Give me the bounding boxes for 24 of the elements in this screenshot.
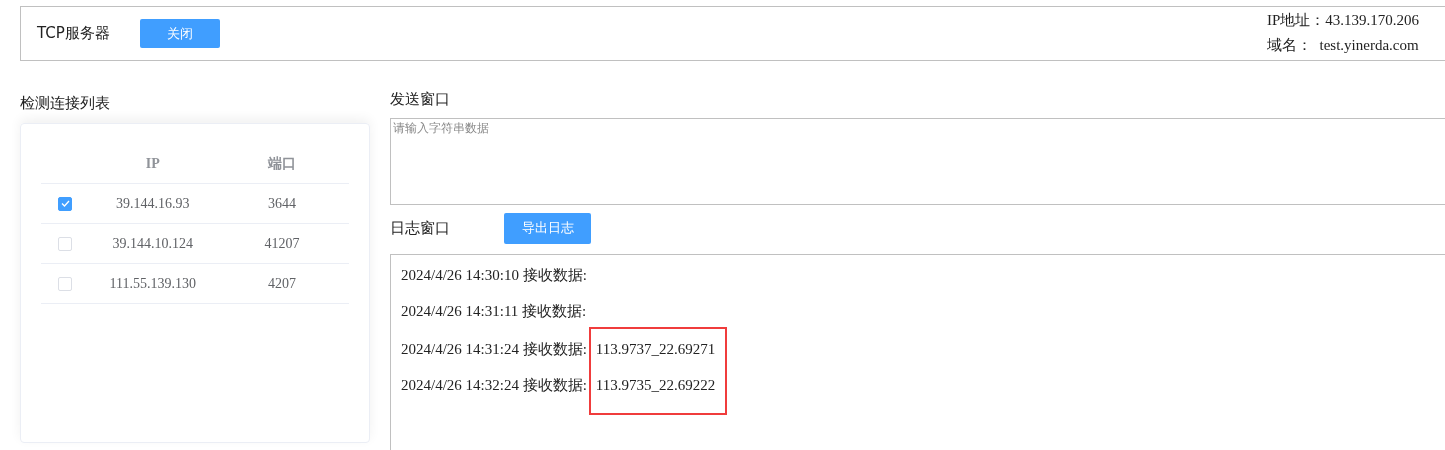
server-title: TCP服务器 bbox=[37, 23, 110, 45]
domain-name: 域名： test.yinerda.com bbox=[1267, 36, 1420, 55]
log-value: 113.9735_22.69222 bbox=[595, 377, 716, 393]
ip-cell-text: 111.55.139.130 bbox=[109, 275, 197, 293]
log-entry: 2024/4/26 14:32:24 接收数据: bbox=[401, 377, 587, 393]
export-log-button[interactable]: 导出日志 bbox=[504, 212, 591, 244]
column-header: IP bbox=[145, 155, 160, 173]
section-title: 发送窗口 bbox=[390, 89, 451, 109]
section-title: 日志窗口 bbox=[390, 217, 451, 239]
log-entry: 2024/4/26 14:30:10 接收数据: bbox=[401, 266, 587, 285]
section-title: 检测连接列表 bbox=[20, 93, 111, 113]
port-cell-text: 3644 bbox=[267, 195, 296, 213]
column-header: 端口 bbox=[267, 155, 296, 173]
log-entry: 2024/4/26 14:31:11 接收数据: bbox=[401, 302, 587, 321]
ip-address: IP地址：43.139.170.206 bbox=[1267, 11, 1421, 30]
log-value: 113.9737_22.69271 bbox=[595, 341, 716, 357]
checkbox[interactable] bbox=[58, 196, 72, 211]
ip-cell-text: 39.144.10.124 bbox=[112, 235, 194, 253]
ip-cell-text: 39.144.16.93 bbox=[116, 195, 190, 213]
send-input-field[interactable]: 请输入字符串数据 bbox=[390, 118, 1445, 205]
log-entry: 2024/4/26 14:31:24 接收数据: bbox=[401, 341, 587, 357]
port-cell-text: 41207 bbox=[264, 235, 300, 253]
close-button[interactable]: 关闭 bbox=[139, 19, 220, 48]
port-cell-text: 4207 bbox=[267, 275, 296, 293]
